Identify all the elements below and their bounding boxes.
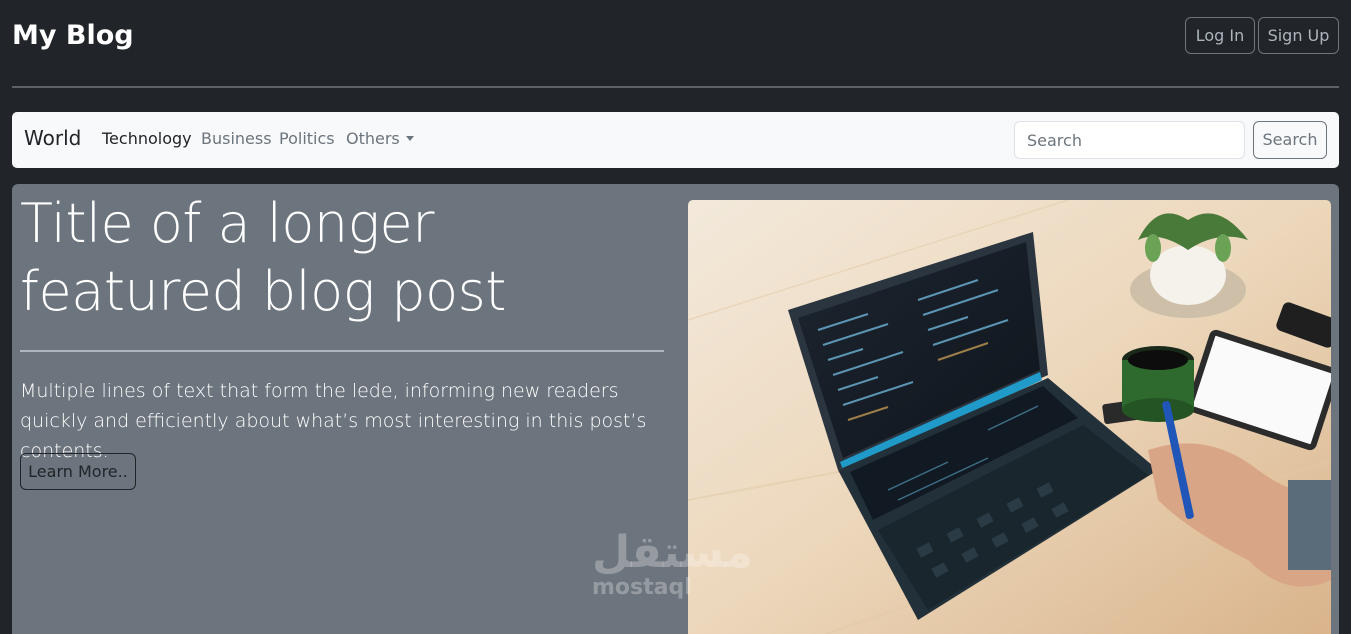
- watermark-latin: mostaql: [592, 575, 692, 600]
- featured-post: Title of a longer featured blog post Mul…: [12, 184, 1339, 634]
- nav-dropdown-others[interactable]: Others: [346, 129, 414, 148]
- navbar-brand[interactable]: World: [24, 126, 81, 150]
- site-brand[interactable]: My Blog: [12, 20, 134, 51]
- mostaql-watermark: مستقل mostaql: [592, 529, 753, 599]
- signup-button[interactable]: Sign Up: [1258, 17, 1339, 54]
- header-divider: [12, 86, 1339, 88]
- featured-post-divider: [20, 350, 664, 352]
- featured-post-image: [688, 200, 1331, 634]
- site-header: My Blog Log In Sign Up: [0, 0, 1351, 88]
- category-navbar: World Technology Business Politics Other…: [12, 112, 1339, 168]
- search-input[interactable]: [1014, 121, 1245, 159]
- nav-link-business[interactable]: Business: [201, 129, 272, 148]
- nav-dropdown-others-label: Others: [346, 129, 400, 148]
- learn-more-button[interactable]: Learn More..: [20, 453, 136, 490]
- watermark-arabic: مستقل: [592, 527, 753, 578]
- nav-link-technology[interactable]: Technology: [102, 129, 192, 148]
- caret-down-icon: [405, 136, 414, 141]
- search-button[interactable]: Search: [1253, 121, 1327, 159]
- nav-link-politics[interactable]: Politics: [279, 129, 335, 148]
- login-button[interactable]: Log In: [1185, 17, 1255, 54]
- laptop-desk-photo: [688, 200, 1331, 634]
- featured-post-title: Title of a longer featured blog post: [20, 192, 506, 323]
